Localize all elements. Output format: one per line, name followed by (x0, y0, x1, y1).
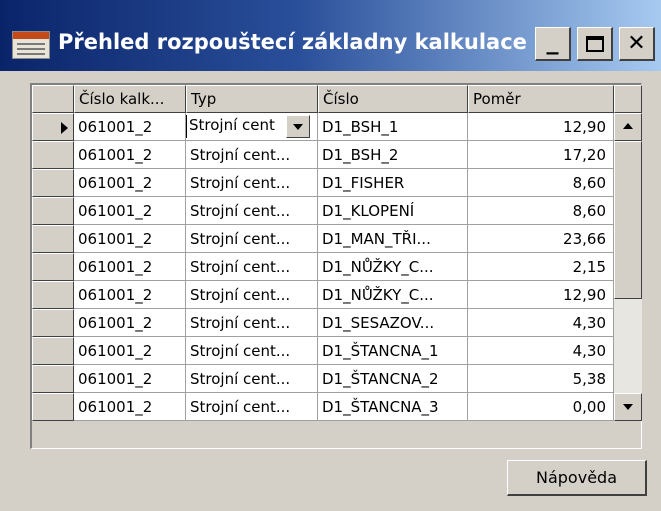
cell-cislo[interactable]: D1_ŠTANCNA_3 (318, 393, 468, 421)
title-bar: Přehled rozpouštecí základny kalkulace _… (0, 0, 661, 71)
cell-cislo[interactable]: D1_NŮŽKY_C... (318, 253, 468, 281)
row-selector[interactable] (32, 197, 74, 225)
cell-cislo-kalkulace[interactable]: 061001_2 (74, 225, 186, 253)
cell-typ[interactable]: Strojní cent... (186, 393, 318, 421)
table-row[interactable]: 061001_2 Strojní cent... D1_ŠTANCNA_1 4,30 (32, 337, 642, 365)
table-row[interactable]: 061001_2 Strojní cent... D1_ŠTANCNA_2 5,38 (32, 365, 642, 393)
cell-pomer[interactable]: 12,90 (468, 281, 614, 309)
cell-pomer[interactable]: 5,38 (468, 365, 614, 393)
cell-pomer[interactable]: 0,00 (468, 393, 614, 421)
header-corner (32, 85, 74, 113)
cell-pomer[interactable]: 4,30 (468, 309, 614, 337)
row-selector[interactable] (32, 281, 74, 309)
close-button[interactable]: ✕ (619, 27, 655, 61)
table-row[interactable]: 061001_2 Strojní cent... D1_NŮŽKY_C... 2,15 (32, 253, 642, 281)
table-row[interactable]: 061001_2 Strojní cent... D1_MAN_TŘI... 23,6… (32, 225, 642, 253)
table-row[interactable]: 061001_2 Strojní cent... D1_BSH_2 17,20 (32, 141, 642, 169)
scroll-up-button[interactable] (614, 113, 642, 141)
table-row[interactable]: 061001_2 Strojní cent D1_BSH_1 12,90 (32, 113, 642, 141)
table-row[interactable]: 061001_2 Strojní cent... D1_ŠTANCNA_3 0,00 (32, 393, 642, 421)
cell-cislo[interactable]: D1_MAN_TŘI... (318, 225, 468, 253)
cell-cislo[interactable]: D1_ŠTANCNA_1 (318, 337, 468, 365)
cell-cislo-kalkulace[interactable]: 061001_2 (74, 113, 186, 141)
minimize-button[interactable]: _ (535, 27, 571, 61)
cell-typ[interactable]: Strojní cent... (186, 365, 318, 393)
table-row[interactable]: 061001_2 Strojní cent... D1_KLOPENÍ 8,60 (32, 197, 642, 225)
cell-typ[interactable]: Strojní cent... (186, 197, 318, 225)
cell-cislo[interactable]: D1_FISHER (318, 169, 468, 197)
cell-typ[interactable]: Strojní cent... (186, 253, 318, 281)
cell-cislo-kalkulace[interactable]: 061001_2 (74, 337, 186, 365)
cell-cislo[interactable]: D1_SESAZOV... (318, 309, 468, 337)
cell-cislo-kalkulace[interactable]: 061001_2 (74, 281, 186, 309)
grid-header: Číslo kalk... Typ Číslo Poměr (32, 85, 642, 113)
cell-cislo[interactable]: D1_BSH_1 (318, 113, 468, 141)
maximize-button[interactable] (577, 27, 613, 61)
row-selector[interactable] (32, 393, 74, 421)
table-row[interactable]: 061001_2 Strojní cent... D1_NŮŽKY_C... 12,9… (32, 281, 642, 309)
cell-cislo-kalkulace[interactable]: 061001_2 (74, 169, 186, 197)
row-selector[interactable] (32, 141, 74, 169)
cell-cislo-kalkulace[interactable]: 061001_2 (74, 253, 186, 281)
cell-typ[interactable]: Strojní cent... (186, 225, 318, 253)
type-combo-input[interactable]: Strojní cent (186, 115, 285, 138)
cell-pomer[interactable]: 23,66 (468, 225, 614, 253)
maximize-icon (585, 35, 604, 52)
cell-typ[interactable]: Strojní cent... (186, 141, 318, 169)
cell-cislo[interactable]: D1_ŠTANCNA_2 (318, 365, 468, 393)
cell-cislo[interactable]: D1_NŮŽKY_C... (318, 281, 468, 309)
scroll-thumb[interactable] (614, 141, 642, 299)
cell-cislo-kalkulace[interactable]: 061001_2 (74, 197, 186, 225)
row-selector[interactable] (32, 253, 74, 281)
row-selector[interactable] (32, 337, 74, 365)
table-icon (12, 31, 50, 59)
cell-pomer[interactable]: 12,90 (468, 113, 614, 141)
cell-typ[interactable]: Strojní cent... (186, 337, 318, 365)
help-button[interactable]: Nápověda (507, 460, 647, 496)
arrow-up-icon (623, 123, 633, 129)
row-selector[interactable] (32, 365, 74, 393)
cell-pomer[interactable]: 2,15 (468, 253, 614, 281)
cell-pomer[interactable]: 8,60 (468, 169, 614, 197)
type-dropdown-button[interactable] (286, 115, 310, 138)
vertical-scrollbar[interactable] (614, 113, 642, 421)
column-header-typ[interactable]: Typ (186, 85, 318, 113)
cell-cislo[interactable]: D1_KLOPENÍ (318, 197, 468, 225)
cell-pomer[interactable]: 8,60 (468, 197, 614, 225)
cell-pomer[interactable]: 4,30 (468, 337, 614, 365)
chevron-down-icon (293, 124, 303, 130)
cell-pomer[interactable]: 17,20 (468, 141, 614, 169)
data-grid[interactable]: Číslo kalk... Typ Číslo Poměr 061001_2 St… (30, 83, 642, 449)
cell-cislo[interactable]: D1_BSH_2 (318, 141, 468, 169)
cell-cislo-kalkulace[interactable]: 061001_2 (74, 365, 186, 393)
cell-typ[interactable]: Strojní cent... (186, 309, 318, 337)
header-end (614, 85, 642, 113)
table-row[interactable]: 061001_2 Strojní cent... D1_FISHER 8,60 (32, 169, 642, 197)
cell-cislo-kalkulace[interactable]: 061001_2 (74, 309, 186, 337)
cell-typ[interactable]: Strojní cent... (186, 169, 318, 197)
cell-cislo-kalkulace[interactable]: 061001_2 (74, 393, 186, 421)
cell-typ[interactable]: Strojní cent... (186, 281, 318, 309)
window-title: Přehled rozpouštecí základny kalkulace (58, 30, 527, 54)
table-row[interactable]: 061001_2 Strojní cent... D1_SESAZOV... 4,30 (32, 309, 642, 337)
column-header-pomer[interactable]: Poměr (468, 85, 614, 113)
close-icon: ✕ (627, 30, 646, 56)
current-row-arrow-icon (61, 122, 68, 134)
row-selector[interactable] (32, 169, 74, 197)
cell-cislo-kalkulace[interactable]: 061001_2 (74, 141, 186, 169)
cell-typ[interactable]: Strojní cent (186, 113, 318, 141)
scroll-down-button[interactable] (614, 393, 642, 421)
column-header-cislo[interactable]: Číslo (318, 85, 468, 113)
row-selector[interactable] (32, 225, 74, 253)
arrow-down-icon (623, 404, 633, 410)
column-header-cislo-kalkulace[interactable]: Číslo kalk... (74, 85, 186, 113)
row-selector[interactable] (32, 309, 74, 337)
row-selector[interactable] (32, 113, 74, 141)
minimize-icon: _ (546, 26, 559, 55)
